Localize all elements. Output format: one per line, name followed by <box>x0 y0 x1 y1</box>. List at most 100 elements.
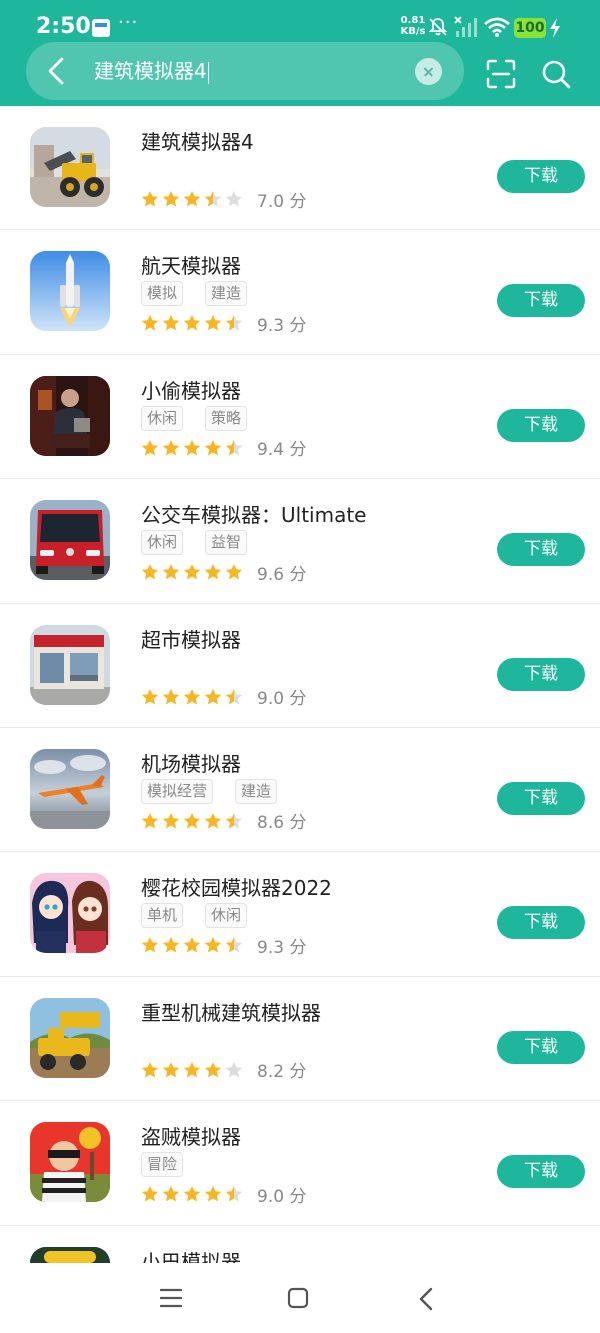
star-full-icon <box>162 315 180 331</box>
star-full-icon <box>183 315 201 331</box>
search-query: 建筑模拟器4 <box>94 59 207 83</box>
star-full-icon <box>204 1061 222 1078</box>
star-full-icon <box>141 191 159 207</box>
star-half-icon <box>225 1186 243 1202</box>
download-button[interactable]: 下载 <box>497 533 585 567</box>
app-icon-heavy-machinery-simulator <box>30 997 110 1078</box>
download-button[interactable]: 下载 <box>497 906 585 940</box>
rating: 9.0 分 <box>141 686 307 710</box>
app-icon-sakura-school-simulator <box>30 873 110 954</box>
star-half-icon <box>225 812 243 829</box>
network-speed: 0.81 KB/s <box>398 15 428 37</box>
download-button[interactable]: 下载 <box>497 657 585 691</box>
star-rating <box>141 439 243 457</box>
list-item[interactable]: 盗贼模拟器 冒险 9.0 分 下载 <box>0 1101 600 1226</box>
star-full-icon <box>204 1186 222 1202</box>
battery-level: 100 <box>514 18 546 38</box>
download-button[interactable]: 下载 <box>497 781 585 815</box>
rating: 9.0 分 <box>141 1183 307 1207</box>
star-half-icon <box>204 191 222 207</box>
menu-icon[interactable] <box>160 1287 182 1309</box>
list-item[interactable]: 重型机械建筑模拟器 8.2 分 下载 <box>0 977 600 1102</box>
tag: 休闲 <box>141 530 184 556</box>
download-button[interactable]: 下载 <box>497 160 585 193</box>
star-rating <box>141 812 243 830</box>
search-input[interactable]: 建筑模拟器4 <box>94 57 209 85</box>
score-text: 9.0 分 <box>257 689 307 710</box>
app-title: 小巴模拟器 <box>141 1249 241 1263</box>
clear-search-button[interactable] <box>415 58 442 85</box>
list-item[interactable]: 机场模拟器 模拟经营 建造 8.6 分 下载 <box>0 728 600 853</box>
star-rating <box>141 1061 243 1079</box>
top-bar: 2:50 ··· 0.81 KB/s 100 建筑模拟器4 <box>0 0 600 106</box>
scan-icon[interactable] <box>486 59 516 89</box>
signal-icon <box>454 16 477 37</box>
app-title: 公交车模拟器：Ultimate <box>141 503 367 528</box>
score-text: 8.6 分 <box>257 813 307 834</box>
download-button[interactable]: 下载 <box>497 1030 585 1064</box>
star-full-icon <box>183 688 201 705</box>
score-text: 9.0 分 <box>257 1186 307 1207</box>
list-item[interactable]: 建筑模拟器4 7.0 分 下载 <box>0 106 600 231</box>
score-text: 9.3 分 <box>257 937 307 958</box>
star-full-icon <box>183 1186 201 1202</box>
tag: 策略 <box>205 405 248 431</box>
rating: 9.6 分 <box>141 561 307 585</box>
download-button[interactable]: 下载 <box>497 284 585 318</box>
star-rating <box>141 190 243 208</box>
tag: 建造 <box>235 778 278 804</box>
list-item[interactable]: 航天模拟器 模拟 建造 9.3 分 下载 <box>0 230 600 355</box>
star-full-icon <box>141 1186 159 1202</box>
download-button[interactable]: 下载 <box>497 408 585 442</box>
tag: 休闲 <box>205 903 248 929</box>
star-full-icon <box>183 439 201 456</box>
score-text: 9.6 分 <box>257 564 307 585</box>
charging-icon <box>550 18 560 38</box>
wifi-icon <box>484 17 510 37</box>
download-button[interactable]: 下载 <box>497 1155 585 1189</box>
star-empty-icon <box>225 1061 243 1078</box>
rating: 9.3 分 <box>141 312 306 336</box>
status-bar: 2:50 ··· 0.81 KB/s 100 <box>0 0 600 48</box>
tag: 单机 <box>141 903 184 929</box>
list-item[interactable]: 超市模拟器 9.0 分 下载 <box>0 604 600 728</box>
tag-list: 模拟 建造 <box>141 281 248 307</box>
star-half-icon <box>225 315 243 331</box>
star-full-icon <box>204 937 222 953</box>
rating: 9.4 分 <box>141 437 306 460</box>
tag: 模拟 <box>141 281 184 307</box>
list-item[interactable]: 小巴模拟器 <box>0 1226 600 1263</box>
app-icon-construction-simulator-4 <box>30 127 110 207</box>
score-text: 7.0 分 <box>257 191 307 212</box>
app-title: 超市模拟器 <box>141 627 241 652</box>
tag-list: 单机 休闲 <box>141 903 248 929</box>
text-cursor <box>207 61 209 84</box>
star-full-icon <box>204 688 222 705</box>
tag: 休闲 <box>141 405 184 431</box>
star-full-icon <box>162 439 180 456</box>
app-icon-thief-simulator <box>30 375 110 456</box>
app-title: 盗贼模拟器 <box>141 1125 241 1150</box>
status-time: 2:50 <box>36 14 91 39</box>
back-icon[interactable] <box>44 54 68 88</box>
search-bar[interactable] <box>26 42 464 100</box>
star-half-icon <box>225 688 243 705</box>
list-item[interactable]: 樱花校园模拟器2022 单机 休闲 9.3 分 下载 <box>0 852 600 977</box>
app-title: 航天模拟器 <box>141 254 241 279</box>
star-full-icon <box>141 688 159 705</box>
star-full-icon <box>183 564 201 580</box>
home-square-icon[interactable] <box>287 1287 309 1309</box>
star-full-icon <box>204 439 222 456</box>
star-full-icon <box>183 191 201 207</box>
bell-off-icon <box>428 18 448 36</box>
app-icon-airport-simulator <box>30 748 110 829</box>
search-icon[interactable] <box>540 58 572 90</box>
nav-back-icon[interactable] <box>418 1287 434 1311</box>
star-half-icon <box>225 937 243 953</box>
star-full-icon <box>141 315 159 331</box>
network-speed-value: 0.81 <box>400 15 426 26</box>
list-item[interactable]: 小偷模拟器 休闲 策略 9.4 分 下载 <box>0 355 600 480</box>
list-item[interactable]: 公交车模拟器：Ultimate 休闲 益智 9.6 分 下载 <box>0 479 600 604</box>
app-icon-minibus-simulator <box>30 1246 110 1263</box>
star-full-icon <box>204 315 222 331</box>
